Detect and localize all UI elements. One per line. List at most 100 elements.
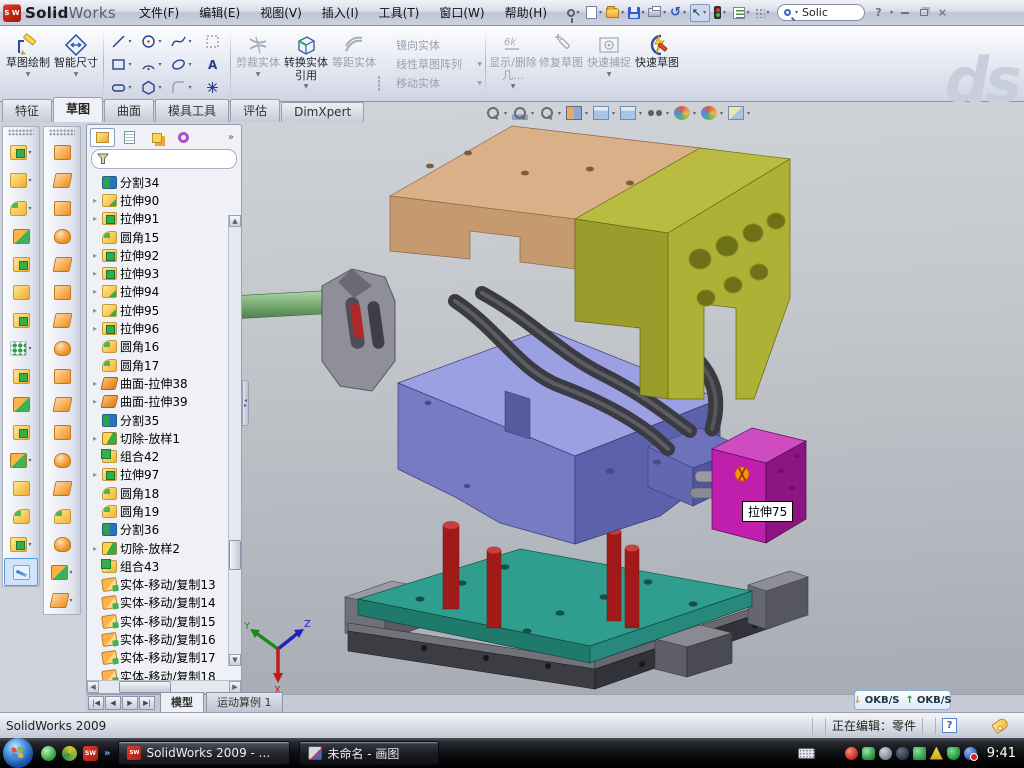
view-orientation-icon[interactable]: ▾: [593, 106, 617, 120]
feature-tree-item[interactable]: ▸ 曲面-拉伸39: [91, 393, 241, 411]
expand-arrow-icon[interactable]: ▸: [91, 470, 99, 479]
feature-tool-button[interactable]: ▾: [4, 306, 38, 334]
surface-tool-button[interactable]: ▾: [45, 362, 79, 390]
dropdown-arrow-icon[interactable]: ▾: [745, 110, 752, 117]
toolbar-overflow-icon[interactable]: ▾: [753, 4, 773, 22]
menu-item[interactable]: 工具(T): [370, 1, 429, 24]
polygon-icon[interactable]: ▾: [137, 76, 167, 99]
dropdown-arrow-icon[interactable]: ▾: [28, 541, 31, 548]
dropdown-arrow-icon[interactable]: ▾: [28, 149, 31, 156]
expand-arrow-icon[interactable]: ▸: [91, 269, 99, 278]
model-canvas[interactable]: Y Z X: [242, 102, 1024, 694]
feature-tree-item[interactable]: ▸ 切除-放样2: [91, 539, 241, 557]
feature-tree-item[interactable]: ▸ 拉伸93: [91, 264, 241, 282]
arc-icon[interactable]: ▾: [137, 53, 167, 76]
rectangle-icon[interactable]: ▾: [107, 53, 137, 76]
feature-tree-item[interactable]: ▸ 曲面-拉伸38: [91, 374, 241, 392]
restore-button[interactable]: [914, 5, 933, 20]
tray-network-icon[interactable]: [913, 747, 926, 760]
menu-item[interactable]: 编辑(E): [190, 1, 249, 24]
dropdown-arrow-icon[interactable]: ▾: [529, 110, 536, 117]
section-view-icon[interactable]: ▾: [566, 106, 590, 120]
dropdown-arrow-icon[interactable]: ▼: [304, 83, 309, 90]
search-input[interactable]: ▾ Solic: [777, 4, 865, 21]
slot-icon[interactable]: ▾: [107, 76, 137, 99]
dropdown-arrow-icon[interactable]: ▾: [721, 9, 728, 16]
dropdown-arrow-icon[interactable]: ▾: [610, 110, 617, 117]
keyboard-layout-icon[interactable]: [798, 748, 815, 759]
apply-scene-icon[interactable]: ▾: [701, 106, 725, 120]
feature-tool-button[interactable]: ▾: [4, 418, 38, 446]
dropdown-arrow-icon[interactable]: ▾: [664, 110, 671, 117]
feature-tool-button[interactable]: ▾: [4, 138, 38, 166]
surface-tool-button[interactable]: ▾: [45, 390, 79, 418]
feature-tree-item[interactable]: ▸ 圆角17: [91, 356, 241, 374]
feature-tree-item[interactable]: ▸ 圆角19: [91, 502, 241, 520]
command-tab[interactable]: 草图: [53, 97, 103, 122]
feature-tree-item[interactable]: ▸ 实体-移动/复制16: [91, 630, 241, 648]
tags-icon[interactable]: [991, 717, 1010, 735]
dropdown-arrow-icon[interactable]: ▾: [718, 110, 725, 117]
feature-tree-item[interactable]: ▸ 实体-移动/复制17: [91, 649, 241, 667]
dropdown-arrow-icon[interactable]: ▾: [28, 177, 31, 184]
tray-shield-icon[interactable]: [947, 747, 960, 760]
print-icon[interactable]: ▾: [648, 4, 668, 22]
dropdown-arrow-icon[interactable]: ▾: [619, 9, 626, 16]
surface-tool-button[interactable]: ▾: [45, 530, 79, 558]
quick-snaps-button[interactable]: 快速捕捉 ▼: [585, 29, 633, 99]
feature-tool-button[interactable]: ▾: [4, 446, 38, 474]
feature-tool-button[interactable]: ▾: [4, 474, 38, 502]
command-tab[interactable]: 评估: [230, 99, 280, 122]
help-dropdown-icon[interactable]: ▾: [888, 9, 895, 16]
nav-first-button[interactable]: |◀: [88, 696, 104, 710]
taskbar-clock[interactable]: 9:41: [987, 746, 1016, 761]
hide-show-items-icon[interactable]: ▾: [647, 106, 671, 120]
feature-tree-item[interactable]: ▸ 分割36: [91, 521, 241, 539]
expand-arrow-icon[interactable]: ▸: [91, 306, 99, 315]
command-tab[interactable]: 模具工具: [155, 99, 229, 122]
surface-tool-button[interactable]: ▾: [45, 278, 79, 306]
minimize-button[interactable]: [895, 5, 914, 20]
save-icon[interactable]: ▾: [627, 4, 647, 22]
feature-tree-item[interactable]: ▸ 圆角18: [91, 484, 241, 502]
dropdown-arrow-icon[interactable]: ▾: [69, 569, 72, 576]
dropdown-arrow-icon[interactable]: ▼: [607, 71, 612, 78]
select-icon[interactable]: ↖▾: [690, 4, 710, 22]
command-tab[interactable]: 特征: [2, 99, 52, 122]
quick-launch-chevron-icon[interactable]: »: [104, 748, 110, 759]
zoom-fit-icon[interactable]: ▾: [485, 106, 509, 120]
surface-tool-button[interactable]: ▾: [45, 446, 79, 474]
tray-sync-icon[interactable]: [964, 747, 977, 760]
rapid-sketch-button[interactable]: 快速草图: [633, 29, 681, 99]
linear-sketch-pattern-button[interactable]: 线性草图阵列 ▼: [378, 56, 482, 72]
command-tab[interactable]: DimXpert: [281, 102, 364, 122]
tray-security-alert-icon[interactable]: [845, 747, 858, 760]
tray-update-icon[interactable]: [879, 747, 892, 760]
search-dropdown-icon[interactable]: ▾: [793, 9, 800, 16]
taskbar-task-button[interactable]: 未命名 - 画图: [299, 741, 439, 765]
dropdown-arrow-icon[interactable]: ▾: [28, 345, 31, 352]
feature-tree-item[interactable]: ▸ 实体-移动/复制14: [91, 594, 241, 612]
surface-tool-button[interactable]: ▾: [45, 586, 79, 614]
feature-tool-button[interactable]: ▾: [4, 250, 38, 278]
dropdown-arrow-icon[interactable]: ▼: [256, 71, 261, 78]
menu-item[interactable]: 帮助(H): [496, 1, 556, 24]
feature-tree-item[interactable]: ▸ 分割35: [91, 411, 241, 429]
dropdown-arrow-icon[interactable]: ▾: [556, 110, 563, 117]
expand-arrow-icon[interactable]: ▸: [91, 379, 99, 388]
surface-tool-button[interactable]: ▾: [45, 138, 79, 166]
toolbar-drag-handle-icon[interactable]: [8, 129, 34, 136]
feature-tool-button[interactable]: ▾: [4, 166, 38, 194]
search-value[interactable]: Solic: [802, 6, 828, 19]
dropdown-arrow-icon[interactable]: ▾: [681, 9, 688, 16]
tab-property-manager[interactable]: [117, 128, 142, 147]
quick-tips-icon[interactable]: ?: [942, 718, 957, 733]
expand-arrow-icon[interactable]: ▸: [91, 196, 99, 205]
dropdown-arrow-icon[interactable]: ▼: [477, 80, 482, 87]
mirror-entities-button[interactable]: 镜向实体: [378, 37, 482, 53]
dropdown-arrow-icon[interactable]: ▾: [583, 110, 590, 117]
panel-splitter-handle[interactable]: ◂▸: [242, 380, 249, 426]
selection-box-icon[interactable]: [197, 30, 227, 53]
circle-icon[interactable]: ▾: [137, 30, 167, 53]
tray-antivirus-icon[interactable]: [862, 747, 875, 760]
